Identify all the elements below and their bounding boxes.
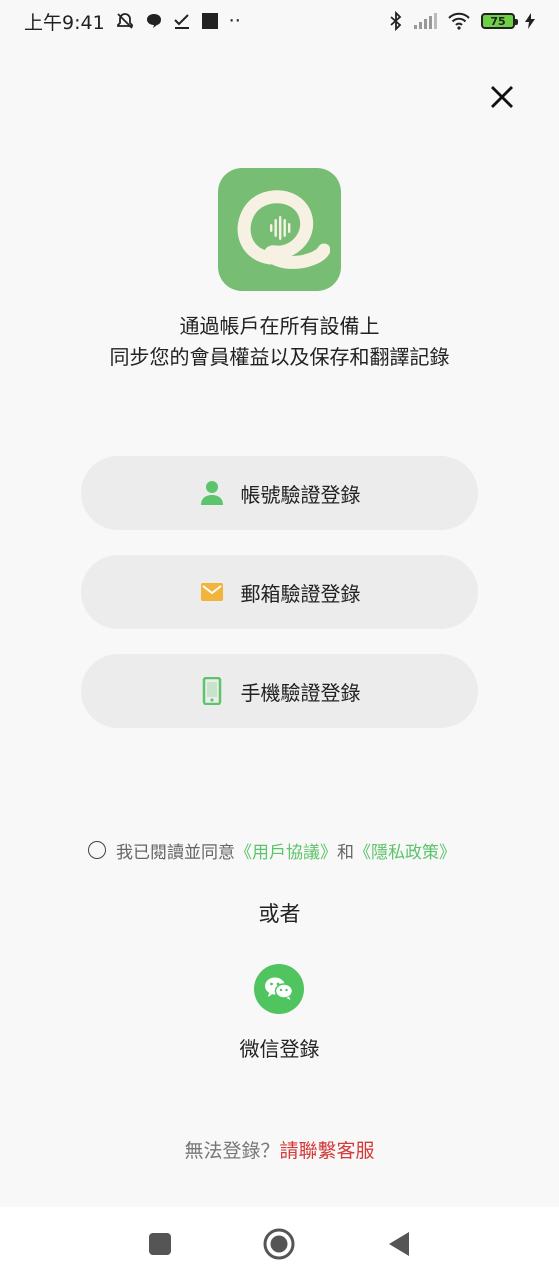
signal-icon [413, 10, 437, 32]
status-dots: ·· [228, 10, 241, 32]
recents-icon [148, 1232, 171, 1255]
user-icon [199, 480, 225, 506]
app-logo-icon [237, 189, 330, 269]
back-button[interactable] [377, 1222, 421, 1266]
account-login-button[interactable]: 帳號驗證登錄 [81, 456, 478, 530]
close-button[interactable] [483, 78, 521, 116]
intro-text: 通過帳戶在所有設備上 同步您的會員權益以及保存和翻譯記錄 [0, 311, 559, 373]
home-button[interactable] [257, 1222, 301, 1266]
user-agreement-link[interactable]: 《用戶協議》 [235, 838, 337, 863]
home-icon [263, 1228, 295, 1259]
recents-button[interactable] [138, 1222, 182, 1266]
agreement-prefix: 我已閱讀並同意 [116, 842, 235, 863]
agreement-radio[interactable] [88, 841, 106, 859]
system-nav-bar [0, 1207, 559, 1280]
or-divider-text: 或者 [258, 902, 301, 926]
agreement-and: 和 [337, 842, 354, 863]
agreement-row: 我已閱讀並同意 《用戶協議》 和 《隱私政策》 [88, 836, 456, 864]
help-text: 無法登錄？請聯繫客服 [0, 1136, 559, 1163]
wechat-login-label: 微信登錄 [239, 1037, 320, 1061]
contact-support-link[interactable]: 請聯繫客服 [280, 1140, 375, 1162]
phone-icon [199, 677, 225, 705]
wifi-icon [447, 10, 471, 32]
bluetooth-icon [389, 10, 403, 32]
battery-icon: 75 [481, 13, 518, 29]
close-icon [491, 86, 513, 108]
help-prefix: 無法登錄？ [184, 1140, 280, 1162]
status-time: 上午9:41 [24, 11, 105, 34]
status-right: 75 [389, 10, 535, 32]
wechat-login-button[interactable] [254, 964, 304, 1014]
intro-line-1: 通過帳戶在所有設備上 [179, 314, 380, 338]
phone-login-button[interactable]: 手機驗證登錄 [81, 654, 478, 728]
phone-login-label: 手機驗證登錄 [240, 680, 361, 705]
chat-bubble-icon [145, 10, 163, 32]
wechat-icon [265, 977, 294, 1000]
charging-icon [525, 10, 535, 32]
mute-icon [115, 10, 135, 32]
mail-icon [199, 579, 225, 605]
email-login-label: 郵箱驗證登錄 [240, 581, 361, 606]
privacy-policy-link[interactable]: 《隱私政策》 [354, 838, 456, 863]
account-login-label: 帳號驗證登錄 [240, 482, 361, 507]
status-bar: 上午9:41 ·· 75 [0, 0, 559, 42]
intro-line-2: 同步您的會員權益以及保存和翻譯記錄 [109, 345, 450, 369]
square-icon [201, 10, 219, 32]
app-logo [218, 168, 341, 291]
back-icon [389, 1231, 410, 1256]
email-login-button[interactable]: 郵箱驗證登錄 [81, 555, 478, 629]
check-icon [173, 10, 191, 32]
status-left: 上午9:41 ·· [24, 8, 241, 35]
